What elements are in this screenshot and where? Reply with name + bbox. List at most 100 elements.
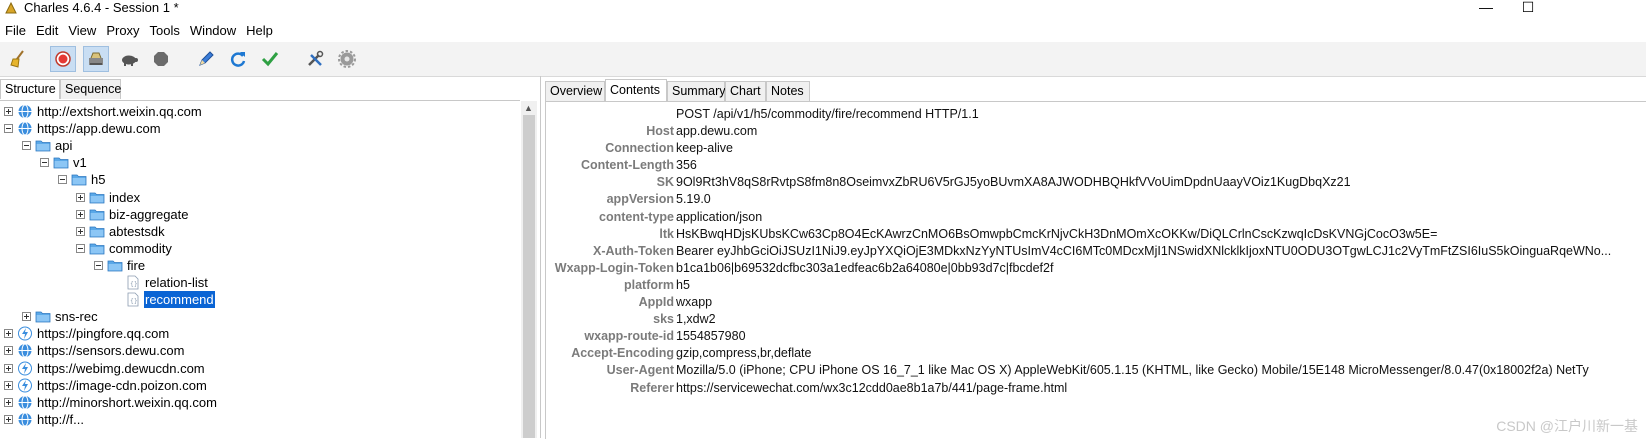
expand-icon[interactable] — [4, 397, 13, 407]
menu-view[interactable]: View — [63, 20, 101, 42]
tree-item-label[interactable]: https://sensors.dewu.com — [36, 342, 185, 359]
header-row[interactable]: content-type application/json — [546, 209, 1646, 226]
record-icon[interactable] — [50, 46, 76, 72]
stop-icon[interactable] — [148, 46, 174, 72]
header-row[interactable]: Connection keep-alive — [546, 140, 1646, 157]
broom-icon[interactable] — [6, 46, 32, 72]
tab-notes[interactable]: Notes — [766, 81, 810, 101]
tree-item-label[interactable]: http://f... — [36, 411, 85, 428]
tree-item-label[interactable]: relation-list — [144, 274, 209, 291]
tree-item-label[interactable]: http://extshort.weixin.qq.com — [36, 103, 203, 120]
secure-host-icon — [17, 378, 33, 393]
menu-edit[interactable]: Edit — [31, 20, 63, 42]
header-row[interactable]: sks 1,xdw2 — [546, 311, 1646, 328]
header-row[interactable]: platform h5 — [546, 277, 1646, 294]
watermark: CSDN @江户川新一基 — [1496, 418, 1638, 434]
tree-item-label[interactable]: http://minorshort.weixin.qq.com — [36, 394, 218, 411]
collapse-icon[interactable] — [4, 124, 13, 134]
header-row[interactable]: wxapp-route-id 1554857980 — [546, 328, 1646, 345]
pen-icon[interactable] — [193, 46, 219, 72]
expand-icon[interactable] — [76, 192, 85, 202]
collapse-icon[interactable] — [40, 158, 49, 168]
header-row[interactable]: appVersion 5.19.0 — [546, 191, 1646, 208]
header-row[interactable]: X-Auth-Token Bearer eyJhbGciOiJSUzI1NiJ9.… — [546, 243, 1646, 260]
minimize-button[interactable]: — — [1466, 0, 1506, 16]
scroll-up-arrow-icon[interactable]: ▲ — [524, 103, 533, 113]
header-row[interactable]: ltk HsKBwqHDjsKUbsKCw63Cp8O4EcKAwrzCnMO6B… — [546, 226, 1646, 243]
collapse-icon[interactable] — [76, 243, 85, 253]
expand-icon[interactable] — [4, 107, 13, 116]
tree-item-label[interactable]: https://pingfore.qq.com — [36, 325, 170, 342]
menu-file[interactable]: File — [0, 20, 31, 42]
header-row[interactable]: SK 9Ol9Rt3hV8qS8rRvtpS8fm8n8OseimvxZbRU6V… — [546, 174, 1646, 191]
menu-window[interactable]: Window — [185, 20, 241, 42]
tab-summary[interactable]: Summary — [667, 81, 725, 101]
menu-proxy[interactable]: Proxy — [101, 20, 144, 42]
expand-icon[interactable] — [76, 209, 85, 219]
window-title: Charles 4.6.4 - Session 1 * — [24, 0, 179, 15]
header-row[interactable]: Accept-Encoding gzip,compress,br,deflate — [546, 345, 1646, 362]
tree-item-label[interactable]: index — [108, 189, 141, 206]
expand-icon[interactable] — [76, 226, 85, 236]
tab-sequence[interactable]: Sequence — [60, 79, 121, 99]
tree-item-label[interactable]: api — [54, 137, 73, 154]
tab-chart[interactable]: Chart — [725, 81, 766, 101]
tree-item-label[interactable]: v1 — [72, 154, 88, 171]
folder-icon — [89, 190, 105, 205]
tree-item-label[interactable]: sns-rec — [54, 308, 99, 325]
tree-item-label[interactable]: abtestsdk — [108, 223, 166, 240]
expand-icon[interactable] — [22, 312, 31, 322]
folder-icon — [89, 224, 105, 239]
expand-icon[interactable] — [4, 380, 13, 390]
structure-tree: http://extshort.weixin.qq.com https://app… — [0, 100, 520, 439]
collapse-icon[interactable] — [58, 175, 67, 185]
collapse-icon[interactable] — [22, 141, 31, 151]
tree-item-label[interactable]: https://image-cdn.poizon.com — [36, 377, 208, 394]
header-row[interactable]: AppId wxapp — [546, 294, 1646, 311]
header-key: ltk — [659, 226, 674, 241]
charles-app-icon — [5, 1, 17, 14]
tab-overview[interactable]: Overview — [545, 81, 605, 101]
tree-item-label[interactable]: biz-aggregate — [108, 206, 190, 223]
tree-item-label[interactable]: commodity — [108, 240, 173, 257]
gear-icon[interactable] — [334, 46, 360, 72]
tab-structure[interactable]: Structure — [0, 79, 60, 99]
header-row[interactable]: Content-Length 356 — [546, 157, 1646, 174]
header-row[interactable]: Wxapp-Login-Token b1ca1b06|b69532dcfbc303… — [546, 260, 1646, 277]
tools-icon[interactable] — [302, 46, 328, 72]
tree-item-label[interactable]: https://webimg.dewucdn.com — [36, 360, 206, 377]
header-row[interactable]: User-Agent Mozilla/5.0 (iPhone; CPU iPhon… — [546, 362, 1646, 379]
header-value: h5 — [676, 277, 690, 292]
menu-help[interactable]: Help — [241, 20, 278, 42]
tree-item-label[interactable]: recommend — [144, 291, 215, 309]
menu-tools[interactable]: Tools — [145, 20, 185, 42]
maximize-button[interactable]: ☐ — [1508, 0, 1548, 16]
header-key: X-Auth-Token — [592, 243, 674, 258]
header-key: platform — [624, 277, 674, 292]
tree-scrollbar[interactable]: ▲ — [521, 101, 537, 438]
expand-icon[interactable] — [4, 329, 13, 339]
folder-icon — [35, 309, 51, 324]
header-value: gzip,compress,br,deflate — [676, 346, 812, 361]
tree-item-label[interactable]: fire — [126, 257, 146, 274]
check-icon[interactable] — [257, 46, 283, 72]
panel-splitter[interactable] — [540, 76, 541, 438]
turtle-icon[interactable] — [116, 46, 142, 72]
tree-item-label[interactable]: h5 — [90, 171, 106, 188]
header-value: https://servicewechat.com/wx3c12cdd0ae8b… — [676, 380, 1068, 395]
throttle-icon[interactable] — [83, 46, 109, 72]
tree-item-label[interactable]: https://app.dewu.com — [36, 120, 162, 137]
request-line: POST /api/v1/h5/commodity/fire/recommend… — [676, 107, 979, 121]
header-row[interactable]: Referer https://servicewechat.com/wx3c12c… — [546, 380, 1646, 397]
globe-icon — [17, 412, 33, 427]
expand-icon[interactable] — [4, 414, 13, 424]
collapse-icon[interactable] — [94, 260, 103, 270]
expand-icon[interactable] — [4, 363, 13, 373]
tab-contents[interactable]: Contents — [605, 79, 667, 101]
refresh-icon[interactable] — [225, 46, 251, 72]
header-value: wxapp — [676, 295, 713, 309]
header-row[interactable]: Host app.dewu.com — [546, 123, 1646, 140]
header-value: 1554857980 — [676, 329, 746, 344]
expand-icon[interactable] — [4, 346, 13, 356]
scrollbar-thumb[interactable] — [523, 115, 535, 438]
